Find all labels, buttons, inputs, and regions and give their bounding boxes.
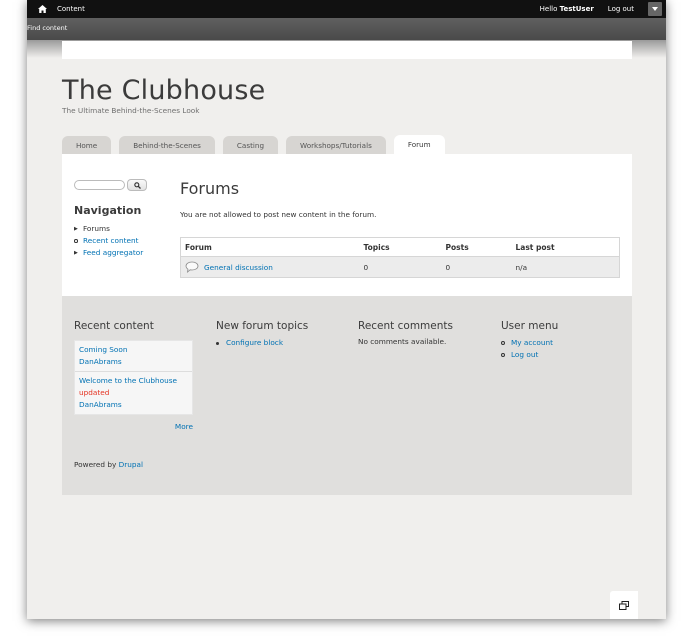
home-icon[interactable] xyxy=(37,4,47,14)
column-header-topics: Topics xyxy=(359,237,442,257)
recent-comments-block: Recent comments No comments available. xyxy=(358,320,453,346)
navigation-title: Navigation xyxy=(74,204,142,217)
powered-by: Powered by Drupal xyxy=(74,460,143,469)
shortcut-find-content[interactable]: Find content xyxy=(27,24,67,32)
sidebar-item-label: Recent content xyxy=(83,236,139,245)
main-content: Forums You are not allowed to post new c… xyxy=(180,179,620,278)
main-content-area: Navigation ▶ Forums Recent content ▶ Feed … xyxy=(62,154,632,296)
search-input[interactable] xyxy=(74,180,125,190)
column-header-forum: Forum xyxy=(180,237,360,257)
tab-behind-the-scenes[interactable]: Behind-the-Scenes xyxy=(119,136,215,154)
posts-cell: 0 xyxy=(441,256,512,278)
permission-notice: You are not allowed to post new content … xyxy=(180,210,377,219)
last-post-cell: n/a xyxy=(511,256,620,278)
site-name[interactable]: The Clubhouse xyxy=(62,75,632,106)
forum-link-general-discussion[interactable]: General discussion xyxy=(204,263,273,272)
recent-comments-title: Recent comments xyxy=(358,320,453,332)
triptych-footer-region: Recent content Coming Soon DanAbrams Wel… xyxy=(62,296,632,495)
sidebar-item-feed-aggregator[interactable]: ▶ Feed aggregator xyxy=(74,247,174,259)
page-title: Forums xyxy=(180,179,240,198)
my-account-link[interactable]: My account xyxy=(511,337,553,349)
no-comments-text: No comments available. xyxy=(358,337,447,346)
list-item: Log out xyxy=(501,349,558,361)
restore-window-icon xyxy=(619,600,629,610)
list-item: Configure block xyxy=(216,337,308,349)
forum-table: Forum Topics Posts Last post General dis… xyxy=(180,237,620,278)
admin-toolbar: Content Hello TestUser Log out xyxy=(27,0,666,18)
list-item: My account xyxy=(501,337,558,349)
more-link[interactable]: More xyxy=(175,422,193,431)
author-link[interactable]: DanAbrams xyxy=(79,357,122,366)
sidebar-item-label: Forums xyxy=(83,224,110,233)
drupal-link[interactable]: Drupal xyxy=(119,460,143,469)
recent-content-link[interactable]: Coming Soon xyxy=(79,345,127,354)
toolbar-username[interactable]: TestUser xyxy=(560,5,594,13)
new-forum-topics-block: New forum topics Configure block xyxy=(216,320,308,349)
bullet-icon xyxy=(216,341,219,345)
recent-content-block: Recent content Coming Soon DanAbrams Wel… xyxy=(74,320,193,431)
sidebar-first: Navigation ▶ Forums Recent content ▶ Feed … xyxy=(74,179,174,259)
page-topbar xyxy=(62,41,632,59)
new-forum-topics-list: Configure block xyxy=(216,337,308,349)
recent-content-list: Coming Soon DanAbrams Welcome to the Clu… xyxy=(74,340,193,415)
updated-marker: updated xyxy=(79,388,110,397)
bullet-icon xyxy=(501,341,505,345)
toolbar-drawer-toggle[interactable] xyxy=(648,2,662,16)
forum-cell: General discussion xyxy=(180,256,360,278)
sidebar-item-forums[interactable]: ▶ Forums xyxy=(74,223,174,235)
table-header-row: Forum Topics Posts Last post xyxy=(180,237,620,257)
chevron-down-icon xyxy=(652,7,658,11)
configure-block-link[interactable]: Configure block xyxy=(226,337,283,349)
column-header-posts: Posts xyxy=(441,237,512,257)
bullet-icon xyxy=(501,353,505,357)
toolbar-logout-link[interactable]: Log out xyxy=(608,5,634,13)
bullet-icon xyxy=(74,239,83,243)
recent-content-title: Recent content xyxy=(74,320,154,332)
toolbar-greeting: Hello TestUser xyxy=(540,5,594,13)
search-icon xyxy=(133,181,141,189)
browser-window: Content Hello TestUser Log out Find cont… xyxy=(27,0,666,619)
search-button[interactable] xyxy=(127,179,147,191)
search-form xyxy=(74,179,174,191)
collapsed-triangle-icon: ▶ xyxy=(74,250,78,256)
tab-casting[interactable]: Casting xyxy=(222,136,279,154)
speech-bubble-icon xyxy=(185,261,199,273)
collapsed-triangle-icon: ▶ xyxy=(74,226,78,232)
powered-by-prefix: Powered by xyxy=(74,460,119,469)
tab-workshops-tutorials[interactable]: Workshops/Tutorials xyxy=(286,136,386,154)
user-menu-title: User menu xyxy=(501,320,559,332)
main-menu-tabs: Home Behind-the-Scenes Casting Workshops… xyxy=(62,135,632,154)
user-menu-list: My account Log out xyxy=(501,337,558,361)
sidebar-item-recent-content[interactable]: Recent content xyxy=(74,235,174,247)
topics-cell: 0 xyxy=(359,256,442,278)
navigation-menu: ▶ Forums Recent content ▶ Feed aggregator xyxy=(74,223,174,259)
tab-forum[interactable]: Forum xyxy=(393,135,445,154)
restore-window-button[interactable] xyxy=(610,591,638,619)
table-row: General discussion 0 0 n/a xyxy=(180,256,620,278)
logout-link[interactable]: Log out xyxy=(511,349,538,361)
shortcuts-bar: Find content xyxy=(27,18,666,40)
site-slogan: The Ultimate Behind-the-Scenes Look xyxy=(62,106,200,115)
list-item: Welcome to the Clubhouse updated DanAbra… xyxy=(75,372,192,414)
tab-home[interactable]: Home xyxy=(62,136,112,154)
user-menu-block: User menu My account Log out xyxy=(501,320,558,361)
toolbar-content-link[interactable]: Content xyxy=(57,5,85,13)
sidebar-item-label: Feed aggregator xyxy=(83,248,144,257)
author-link[interactable]: DanAbrams xyxy=(79,400,122,409)
recent-content-link[interactable]: Welcome to the Clubhouse xyxy=(79,376,177,385)
list-item: Coming Soon DanAbrams xyxy=(75,341,192,372)
more-link-container: More xyxy=(74,422,193,431)
new-forum-topics-title: New forum topics xyxy=(216,320,309,332)
greeting-prefix: Hello xyxy=(539,5,560,13)
page-container: The Clubhouse The Ultimate Behind-the-Sc… xyxy=(62,41,632,495)
column-header-last-post: Last post xyxy=(511,237,620,257)
